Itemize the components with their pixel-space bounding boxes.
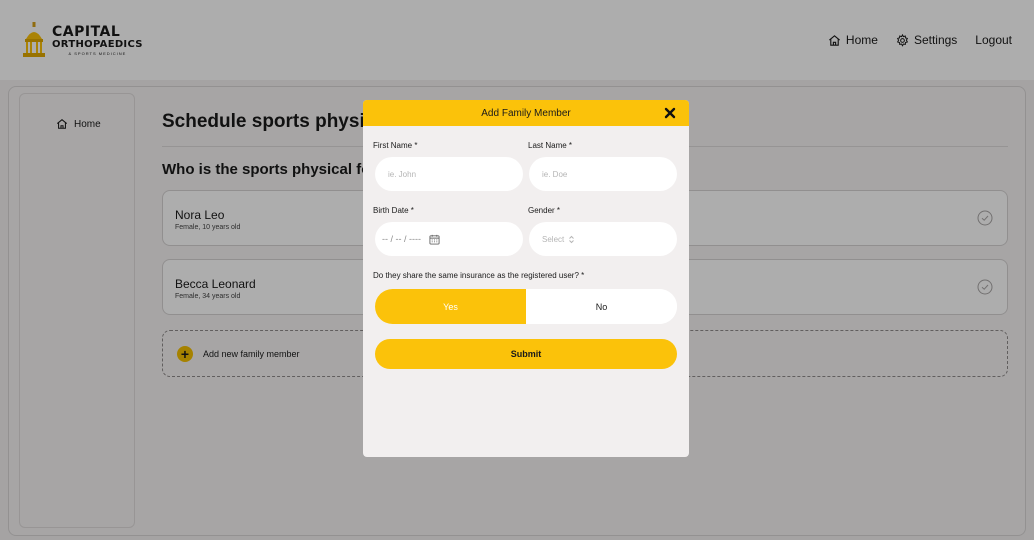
last-name-label: Last Name *	[528, 141, 573, 150]
submit-button[interactable]: Submit	[375, 339, 677, 369]
calendar-icon[interactable]	[429, 234, 440, 245]
birth-date-value: -- / -- / ----	[382, 234, 421, 244]
birth-date-label: Birth Date *	[373, 206, 414, 215]
last-name-input[interactable]	[529, 157, 677, 191]
close-icon[interactable]	[663, 106, 677, 120]
first-name-input[interactable]	[375, 157, 523, 191]
insurance-question: Do they share the same insurance as the …	[373, 271, 585, 280]
gender-label: Gender *	[528, 206, 561, 215]
chevron-up-down-icon	[569, 235, 575, 243]
modal-header: Add Family Member	[363, 100, 689, 126]
gender-selected-value: Select	[542, 234, 565, 244]
birth-date-input[interactable]: -- / -- / ----	[375, 222, 523, 256]
gender-select[interactable]: Select	[529, 222, 677, 256]
insurance-yes-button[interactable]: Yes	[375, 289, 526, 324]
modal-title: Add Family Member	[481, 107, 571, 119]
insurance-no-button[interactable]: No	[526, 289, 677, 324]
add-family-member-modal: Add Family Member First Name * Last Name…	[363, 100, 689, 457]
insurance-toggle: Yes No	[375, 289, 677, 324]
first-name-label: First Name *	[373, 141, 418, 150]
